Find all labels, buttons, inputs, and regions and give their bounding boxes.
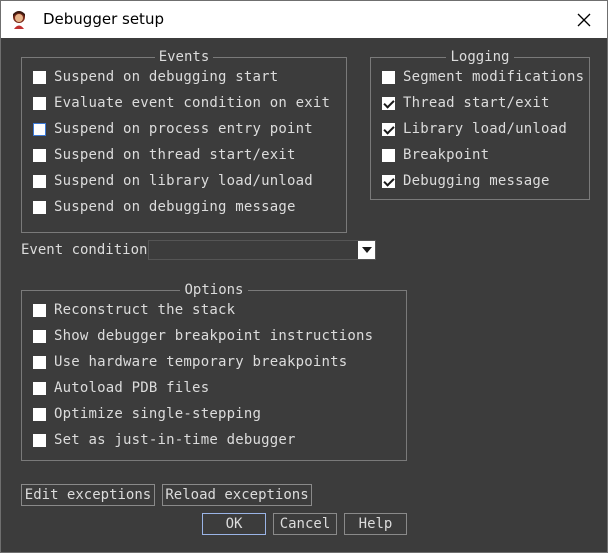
checkbox-box[interactable] xyxy=(33,381,46,395)
checkbox-box[interactable] xyxy=(33,174,46,188)
checkbox-suspend-thread-start[interactable]: Suspend on thread start/exit xyxy=(33,145,296,165)
checkbox-show-breakpoint-instructions[interactable]: Show debugger breakpoint instructions xyxy=(33,326,373,346)
checkbox-label: Autoload PDB files xyxy=(54,380,210,396)
checkbox-label: Segment modifications xyxy=(403,69,585,85)
logging-legend: Logging xyxy=(450,49,510,65)
event-condition-label: Event condition xyxy=(21,242,148,258)
checkbox-label: Set as just-in-time debugger xyxy=(54,432,296,448)
checkbox-label: Debugging message xyxy=(403,173,550,189)
checkbox-box[interactable] xyxy=(382,122,395,136)
app-icon xyxy=(9,9,29,29)
checkbox-box[interactable] xyxy=(33,70,46,84)
checkbox-log-debugging-message[interactable]: Debugging message xyxy=(382,171,550,191)
checkbox-label: Optimize single-stepping xyxy=(54,406,262,422)
checkbox-box[interactable] xyxy=(382,148,395,162)
checkbox-optimize-stepping[interactable]: Optimize single-stepping xyxy=(33,404,261,424)
checkbox-label: Reconstruct the stack xyxy=(54,302,236,318)
checkbox-box[interactable] xyxy=(33,407,46,421)
checkbox-box[interactable] xyxy=(33,303,46,317)
checkbox-label: Show debugger breakpoint instructions xyxy=(54,328,374,344)
checkbox-label: Library load/unload xyxy=(403,121,567,137)
checkbox-log-breakpoint[interactable]: Breakpoint xyxy=(382,145,489,165)
checkbox-box[interactable] xyxy=(33,122,46,136)
checkbox-label: Suspend on thread start/exit xyxy=(54,147,296,163)
checkbox-label: Suspend on process entry point xyxy=(54,121,313,137)
checkbox-evaluate-condition-exit[interactable]: Evaluate event condition on exit xyxy=(33,93,330,113)
checkbox-hardware-breakpoints[interactable]: Use hardware temporary breakpoints xyxy=(33,352,347,372)
checkbox-label: Suspend on debugging message xyxy=(54,199,296,215)
title-bar: Debugger setup xyxy=(1,1,607,38)
ok-button[interactable]: OK xyxy=(202,513,266,535)
event-condition-combo[interactable] xyxy=(148,240,376,260)
checkbox-suspend-debugging-start[interactable]: Suspend on debugging start xyxy=(33,67,278,87)
checkbox-jit-debugger[interactable]: Set as just-in-time debugger xyxy=(33,430,296,450)
checkbox-reconstruct-stack[interactable]: Reconstruct the stack xyxy=(33,300,235,320)
checkbox-box[interactable] xyxy=(33,200,46,214)
checkbox-log-segment-modifications[interactable]: Segment modifications xyxy=(382,67,584,87)
dropdown-button[interactable] xyxy=(358,241,375,259)
checkbox-label: Evaluate event condition on exit xyxy=(54,95,331,111)
checkbox-suspend-library-load[interactable]: Suspend on library load/unload xyxy=(33,171,313,191)
chevron-down-icon xyxy=(361,247,372,253)
reload-exceptions-button[interactable]: Reload exceptions xyxy=(162,484,312,506)
checkbox-box[interactable] xyxy=(33,148,46,162)
checkbox-suspend-debugging-message[interactable]: Suspend on debugging message xyxy=(33,197,296,217)
options-legend: Options xyxy=(184,282,244,298)
checkbox-box[interactable] xyxy=(33,329,46,343)
close-icon xyxy=(577,13,591,26)
checkbox-box[interactable] xyxy=(33,433,46,447)
checkbox-label: Suspend on library load/unload xyxy=(54,173,313,189)
checkbox-box[interactable] xyxy=(382,70,395,84)
checkbox-label: Use hardware temporary breakpoints xyxy=(54,354,348,370)
checkbox-box[interactable] xyxy=(33,96,46,110)
checkbox-log-thread-start[interactable]: Thread start/exit xyxy=(382,93,550,113)
edit-exceptions-button[interactable]: Edit exceptions xyxy=(21,484,155,506)
checkbox-label: Breakpoint xyxy=(403,147,490,163)
checkbox-box[interactable] xyxy=(382,174,395,188)
events-legend: Events xyxy=(158,49,210,65)
checkbox-suspend-process-entry[interactable]: Suspend on process entry point xyxy=(33,119,313,139)
checkbox-label: Thread start/exit xyxy=(403,95,550,111)
debugger-setup-dialog: Debugger setup Events Suspend on debuggi… xyxy=(0,0,608,553)
window-title: Debugger setup xyxy=(43,10,164,28)
checkbox-log-library-load[interactable]: Library load/unload xyxy=(382,119,567,139)
cancel-button[interactable]: Cancel xyxy=(273,513,337,535)
close-button[interactable] xyxy=(561,1,607,38)
checkbox-autoload-pdb[interactable]: Autoload PDB files xyxy=(33,378,209,398)
checkbox-label: Suspend on debugging start xyxy=(54,69,279,85)
checkbox-box[interactable] xyxy=(382,96,395,110)
checkbox-box[interactable] xyxy=(33,355,46,369)
help-button[interactable]: Help xyxy=(344,513,407,535)
